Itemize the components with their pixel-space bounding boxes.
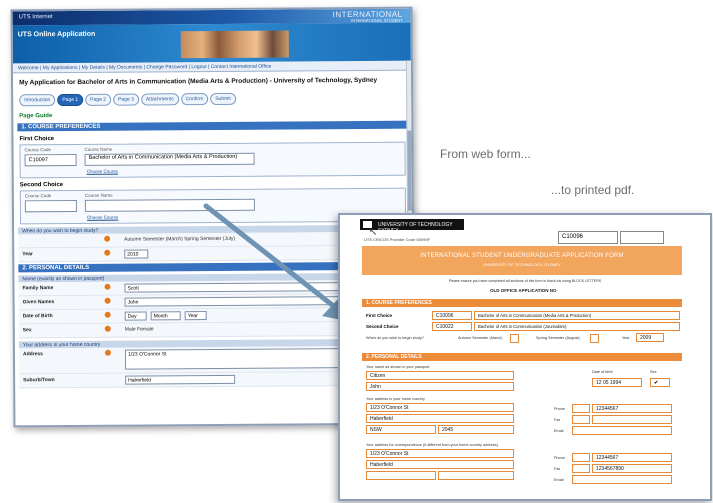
pdf-year-label: Year bbox=[622, 336, 630, 340]
pdf-subtitle: UNIVERSITY OF TECHNOLOGY, SYDNEY bbox=[483, 262, 561, 267]
pdf-course-code-box: C10096 bbox=[558, 231, 618, 244]
pdf-family-name: Citizen bbox=[366, 371, 514, 380]
pdf-sex-checkmark-icon: ✔ bbox=[650, 378, 670, 387]
pdf-street-2: 1/23 O'Connor St bbox=[366, 449, 514, 458]
caption-from-web-form: From web form... bbox=[440, 147, 531, 161]
mouse-cursor-icon: ↖ bbox=[369, 227, 378, 238]
slide-stage: UTS Internet INTERNATIONAL INTERNATIONAL… bbox=[0, 0, 713, 503]
pdf-sex-label: Sex bbox=[650, 370, 657, 374]
pdf-address-note: Your address in your home country bbox=[366, 397, 425, 401]
pdf-fax-label-2: Fax bbox=[554, 467, 561, 471]
pdf-phone-label-2: Phone bbox=[554, 456, 565, 460]
pdf-instruction-note: Please ensure you have completed all sec… bbox=[448, 279, 602, 283]
pdf-fax-area-box-2 bbox=[572, 464, 590, 473]
pdf-spring-label: Spring Semester (August) bbox=[536, 336, 580, 340]
pdf-email-box-2 bbox=[572, 475, 672, 484]
pdf-given-name: John bbox=[366, 382, 514, 391]
pdf-dob-value: 12 05 1994 bbox=[592, 378, 642, 387]
pdf-spring-checkbox bbox=[590, 334, 599, 343]
pdf-office-box bbox=[620, 231, 664, 244]
pdf-email-label: Email bbox=[554, 429, 564, 433]
pdf-suburb-2: Haberfield bbox=[366, 460, 514, 469]
pdf-second-pref-label: Second Choice bbox=[366, 324, 399, 329]
pdf-first-name: Bachelor of Arts in Communication (Media… bbox=[474, 311, 680, 320]
pdf-section-personal-details: 2. PERSONAL DETAILS bbox=[362, 353, 682, 361]
pdf-name-note: Your name as shown in your passport bbox=[366, 365, 430, 369]
pdf-dob-label: Date of birth bbox=[592, 370, 613, 374]
pdf-title: INTERNATIONAL STUDENT UNDERGRADUATE APPL… bbox=[420, 253, 624, 259]
pdf-street: 1/23 O'Connor St bbox=[366, 403, 514, 412]
pdf-office-use-label: OLD OFFICE APPLICATION NO bbox=[490, 288, 557, 293]
pdf-email-label-2: Email bbox=[554, 478, 564, 482]
pdf-phone-area-box-2 bbox=[572, 453, 590, 462]
pdf-postcode: 2045 bbox=[438, 425, 514, 434]
caption-to-printed-pdf: ...to printed pdf. bbox=[551, 183, 635, 197]
pdf-first-code: C10096 bbox=[432, 311, 472, 320]
pdf-state: NSW bbox=[366, 425, 436, 434]
pdf-fax-area-box bbox=[572, 415, 590, 424]
printed-pdf-screenshot: UNIVERSITY OF TECHNOLOGY SYDNEY C10096 U… bbox=[338, 213, 712, 501]
pdf-email-box bbox=[572, 426, 672, 435]
pdf-intake-label: When do you wish to begin study? bbox=[366, 336, 424, 340]
pdf-year-value: 2009 bbox=[636, 333, 664, 342]
pdf-phone-area-box bbox=[572, 404, 590, 413]
pdf-title-band: INTERNATIONAL STUDENT UNDERGRADUATE APPL… bbox=[362, 246, 682, 275]
pdf-phone: 12344567 bbox=[592, 404, 672, 413]
pdf-first-pref-label: First Choice bbox=[366, 313, 393, 318]
pdf-autumn-label: Autumn Semester (March) bbox=[458, 336, 503, 340]
pdf-phone-label: Phone bbox=[554, 407, 565, 411]
pdf-suburb: Haberfield bbox=[366, 414, 514, 423]
pdf-state-2 bbox=[366, 471, 436, 480]
pdf-correspondence-note: Your address for correspondence (if diff… bbox=[366, 443, 498, 447]
pdf-section-course-preferences: 1. COURSE PREFERENCES bbox=[362, 299, 682, 307]
pdf-autumn-checkbox bbox=[510, 334, 519, 343]
pdf-second-code: C10022 bbox=[432, 322, 472, 331]
pdf-postcode-2 bbox=[438, 471, 514, 480]
pdf-fax-box bbox=[592, 415, 672, 424]
pdf-phone-2: 12344567 bbox=[592, 453, 672, 462]
pdf-fax-2: 1234567890 bbox=[592, 464, 672, 473]
pdf-fax-label: Fax bbox=[554, 418, 561, 422]
pdf-second-name: Bachelor of Arts in Communication (Journ… bbox=[474, 322, 680, 331]
